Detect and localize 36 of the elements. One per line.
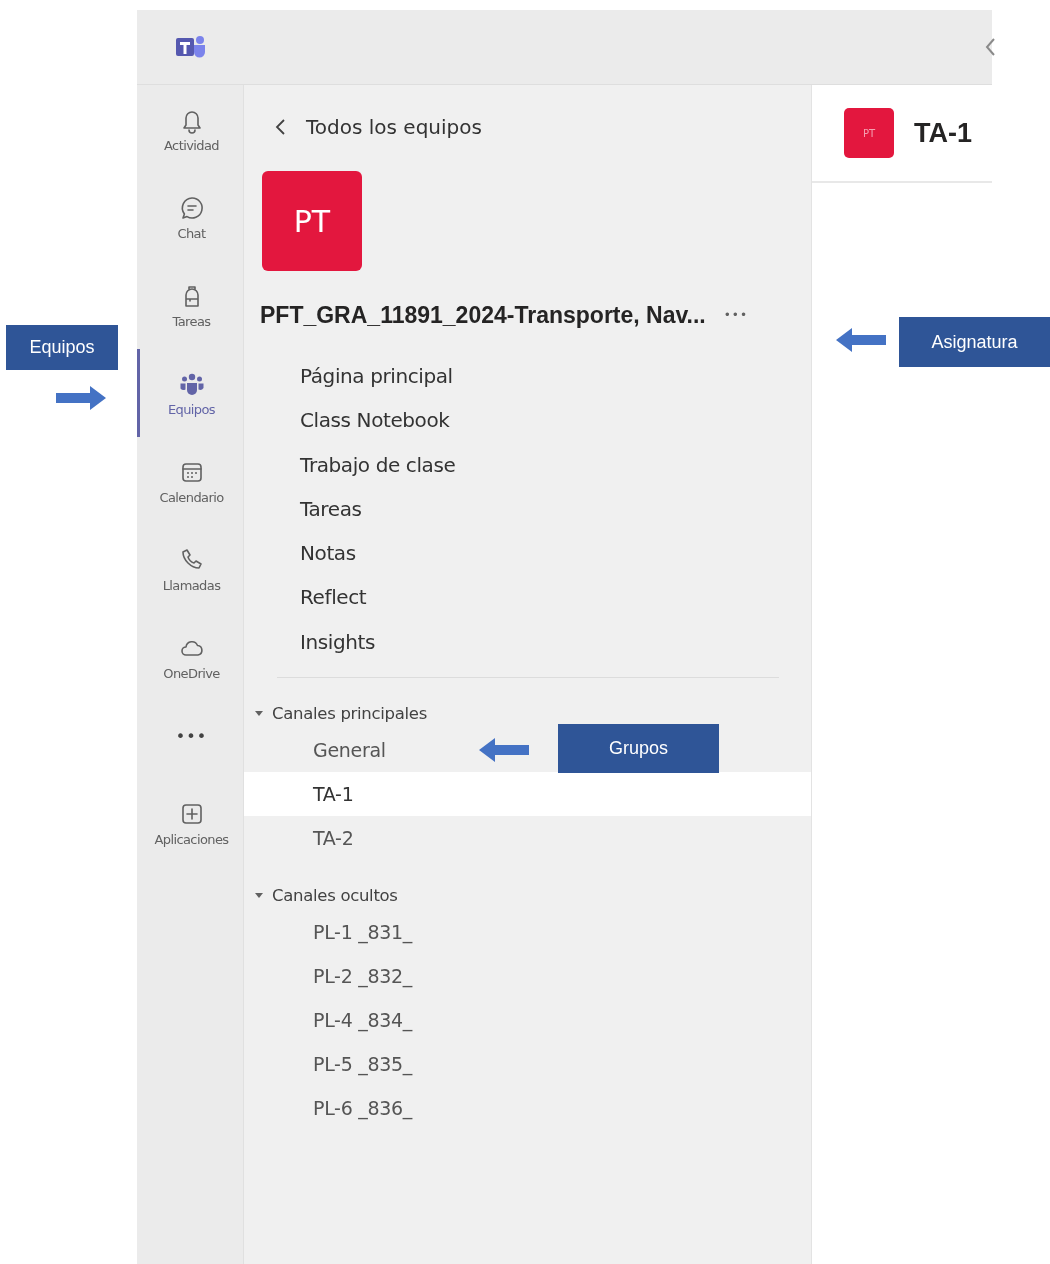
back-icon — [274, 117, 286, 137]
team-tab[interactable]: Class Notebook — [300, 398, 450, 443]
team-tab[interactable]: Página principal — [300, 354, 453, 399]
channel-item[interactable]: TA-1 — [313, 772, 354, 817]
back-link[interactable]: Todos los equipos — [274, 112, 482, 142]
rail-item[interactable]: Tareas — [137, 261, 243, 349]
more-button[interactable]: ••• — [723, 308, 748, 322]
callout-label: Equipos — [6, 325, 118, 370]
channel-item[interactable]: PL-6 _836_ — [313, 1086, 412, 1131]
rail-item[interactable]: Llamadas — [137, 525, 243, 613]
channel-item[interactable]: PL-4 _834_ — [313, 998, 412, 1043]
rail-item[interactable]: OneDrive — [137, 613, 243, 701]
channel-item[interactable]: General — [313, 728, 386, 773]
callout-label: Grupos — [558, 724, 719, 773]
channel-item[interactable]: PL-5 _835_ — [313, 1042, 412, 1087]
callout-label: Asignatura — [899, 317, 1050, 367]
team-tab[interactable]: Reflect — [300, 575, 367, 620]
channel-title: TA-1 — [914, 117, 972, 149]
section-header[interactable]: Canales ocultos — [254, 880, 398, 911]
section-header[interactable]: Canales principales — [254, 698, 427, 729]
channel-item[interactable]: PL-1 _831_ — [313, 910, 412, 955]
rail-item[interactable]: Chat — [137, 173, 243, 261]
team-tab[interactable]: Trabajo de clase — [300, 442, 456, 487]
rail-item[interactable]: Aplicaciones — [137, 779, 243, 867]
channel-item[interactable]: TA-2 — [313, 816, 354, 861]
team-avatar: PT — [262, 171, 362, 271]
team-name: PFT_GRA_11891_2024-Transporte, Nav... — [260, 301, 706, 329]
team-tab[interactable]: Insights — [300, 619, 375, 665]
rail-item[interactable]: Actividad — [137, 85, 243, 173]
channel-item[interactable]: PL-2 _832_ — [313, 954, 412, 999]
team-avatar: PT — [844, 108, 894, 158]
rail-item[interactable]: Calendario — [137, 437, 243, 525]
chevron-icon — [984, 37, 996, 57]
team-tab[interactable]: Notas — [300, 531, 356, 576]
team-tab[interactable]: Tareas — [300, 486, 362, 532]
rail-item[interactable]: ••• — [137, 701, 243, 771]
